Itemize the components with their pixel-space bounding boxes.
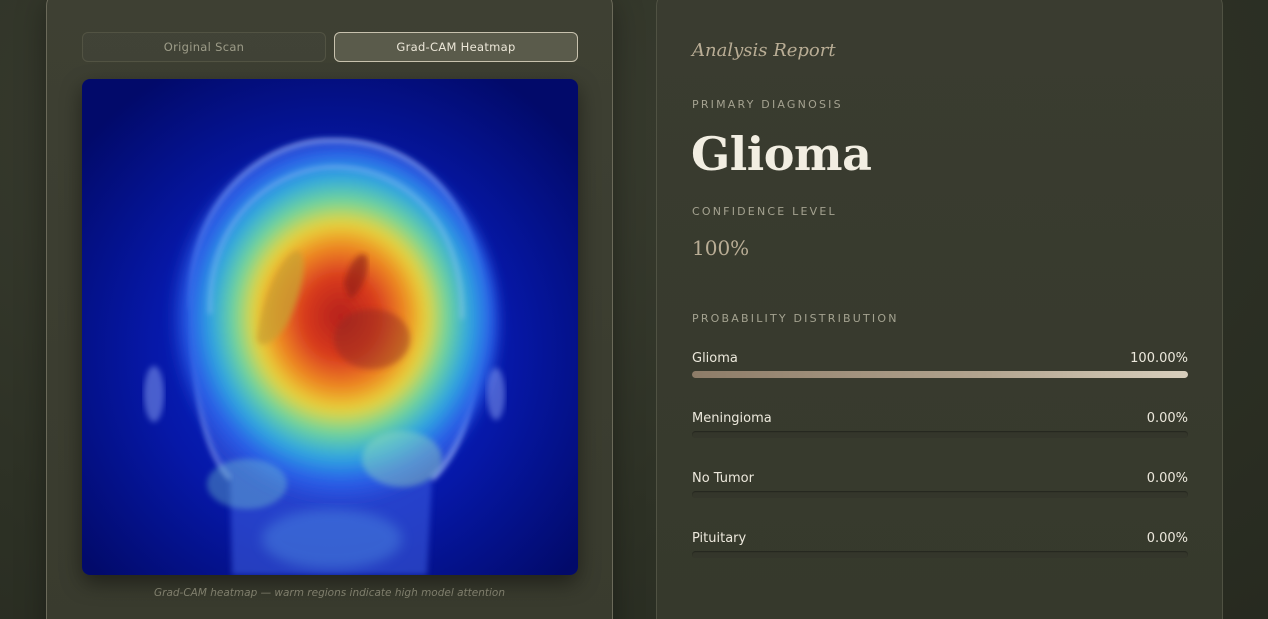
probability-row-pituitary: Pituitary 0.00%	[692, 531, 1188, 591]
probability-row-glioma: Glioma 100.00%	[692, 351, 1188, 411]
probability-value: 0.00%	[1146, 411, 1188, 426]
analysis-report-card: Analysis Report PRIMARY DIAGNOSIS Glioma…	[656, 0, 1223, 619]
tab-gradcam-heatmap[interactable]: Grad-CAM Heatmap	[334, 32, 578, 62]
scan-viewer-card: Original Scan Grad-CAM Heatmap Grad-CAM …	[46, 0, 613, 619]
probability-class-name: Meningioma	[692, 411, 772, 426]
primary-diagnosis-value: Glioma	[691, 127, 872, 181]
probability-value: 100.00%	[1130, 351, 1188, 366]
gradcam-heatmap-image	[82, 79, 578, 575]
view-tabs: Original Scan Grad-CAM Heatmap	[82, 32, 578, 62]
probability-class-name: Pituitary	[692, 531, 747, 546]
probability-distribution-label: PROBABILITY DISTRIBUTION	[692, 312, 899, 325]
probability-row-no-tumor: No Tumor 0.00%	[692, 471, 1188, 531]
confidence-level-value: 100%	[692, 236, 750, 260]
probability-list: Glioma 100.00% Meningioma 0.00% No Tumor…	[692, 351, 1188, 591]
confidence-level-label: CONFIDENCE LEVEL	[692, 205, 837, 218]
probability-row-meningioma: Meningioma 0.00%	[692, 411, 1188, 471]
report-title: Analysis Report	[692, 40, 836, 61]
probability-bar-track	[692, 371, 1188, 378]
probability-value: 0.00%	[1146, 531, 1188, 546]
probability-class-name: No Tumor	[692, 471, 754, 486]
primary-diagnosis-label: PRIMARY DIAGNOSIS	[692, 98, 843, 111]
app-stage: Original Scan Grad-CAM Heatmap Grad-CAM …	[0, 0, 1268, 619]
probability-bar-track	[692, 431, 1188, 438]
probability-class-name: Glioma	[692, 351, 738, 366]
heatmap-caption: Grad-CAM heatmap — warm regions indicate…	[153, 587, 505, 599]
probability-bar-track	[692, 491, 1188, 498]
probability-bar-track	[692, 551, 1188, 558]
tab-original-scan[interactable]: Original Scan	[82, 32, 326, 62]
probability-bar-fill	[692, 371, 1188, 378]
probability-value: 0.00%	[1146, 471, 1188, 486]
